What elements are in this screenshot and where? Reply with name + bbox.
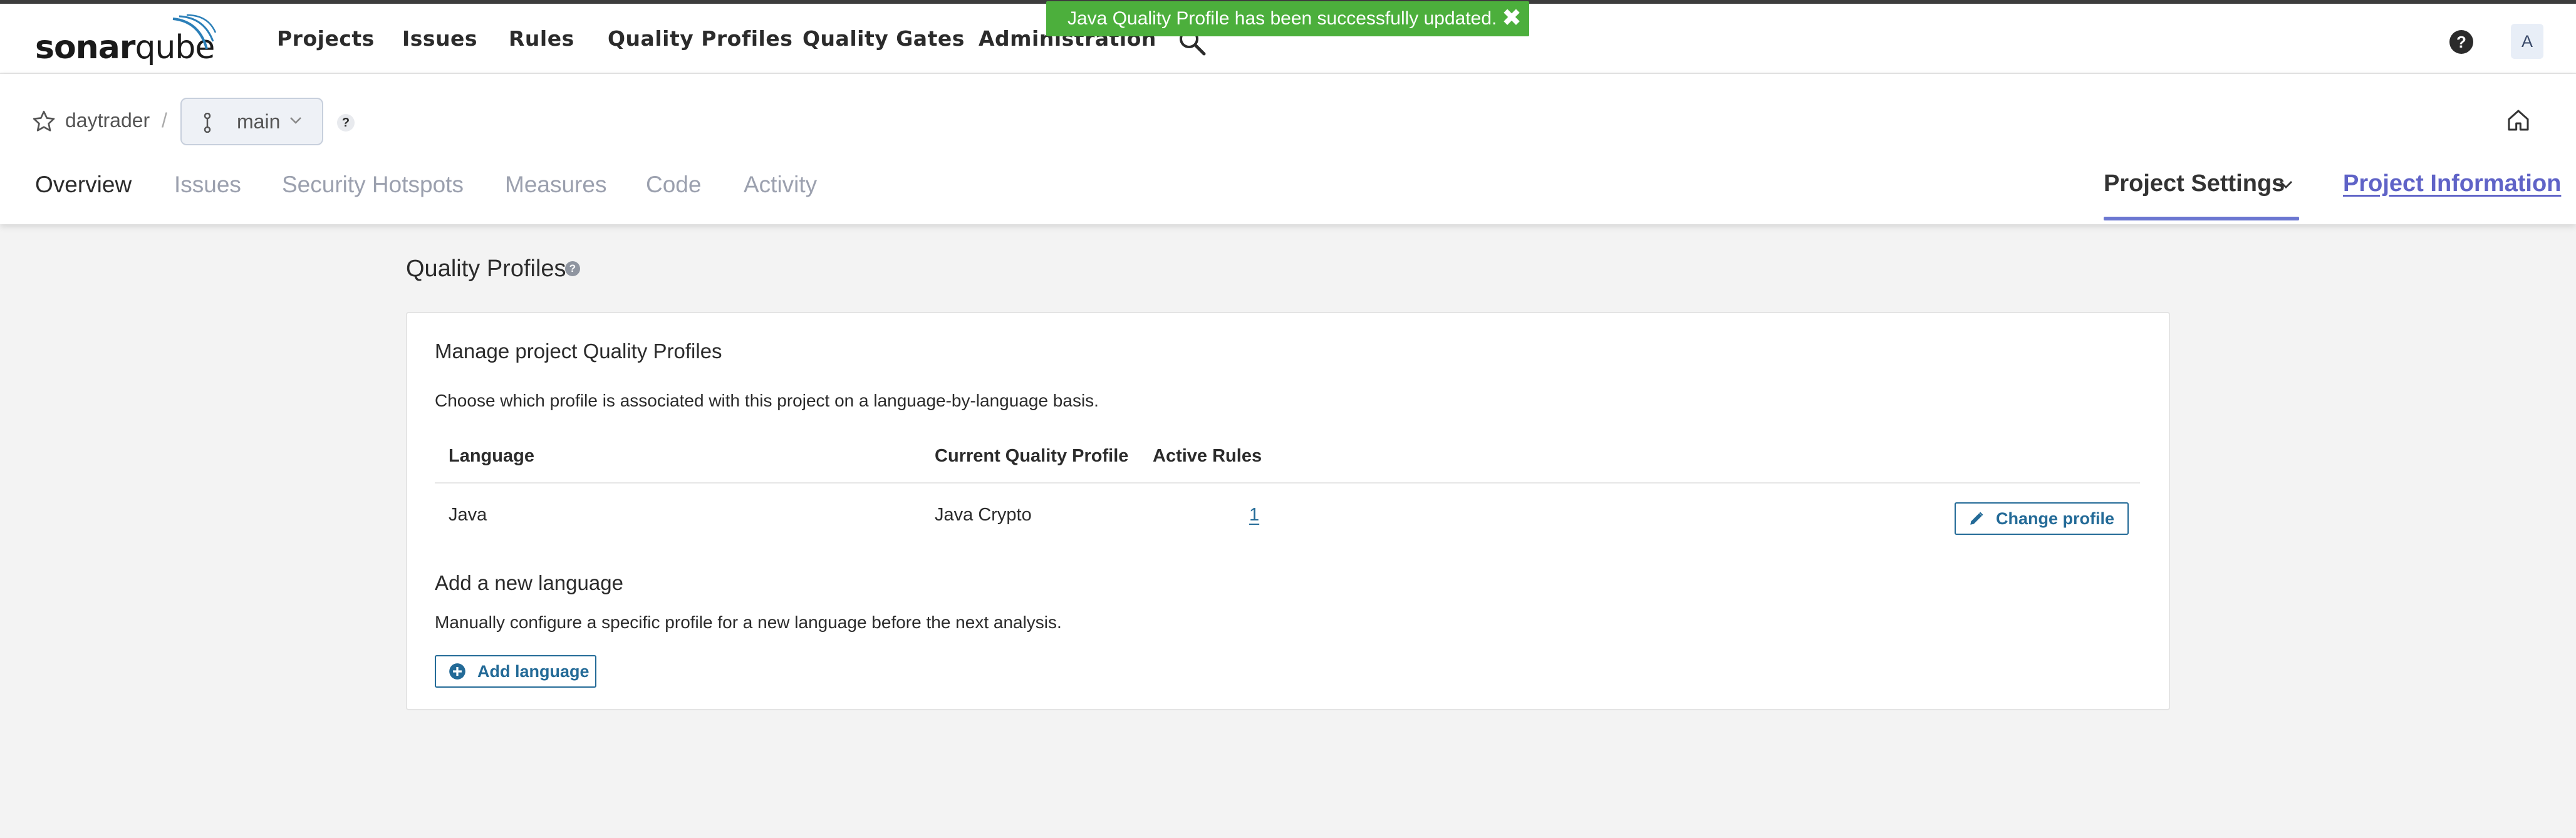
row-profile: Java Crypto bbox=[935, 505, 1032, 525]
plus-circle-icon bbox=[449, 663, 465, 680]
add-language-description: Manually configure a specific profile fo… bbox=[435, 613, 1062, 632]
column-header-language: Language bbox=[449, 446, 534, 466]
add-language-label: Add language bbox=[477, 661, 589, 681]
close-icon[interactable]: ✖ bbox=[1502, 6, 1522, 30]
tab-overview[interactable]: Overview bbox=[35, 172, 132, 198]
nav-quality-profiles[interactable]: Quality Profiles bbox=[608, 26, 792, 51]
nav-projects[interactable]: Projects bbox=[277, 26, 375, 51]
add-language-button[interactable]: Add language bbox=[435, 655, 596, 688]
table-divider bbox=[435, 482, 2140, 484]
tab-activity[interactable]: Activity bbox=[744, 172, 817, 198]
project-header: daytrader / main ? Overview Issues Secur… bbox=[0, 74, 2576, 224]
logo-text-bold: sonar bbox=[35, 29, 135, 66]
help-icon[interactable]: ? bbox=[2449, 30, 2473, 54]
column-header-active-rules: Active Rules bbox=[1153, 446, 1262, 466]
toast-message: Java Quality Profile has been successful… bbox=[1067, 8, 1497, 29]
card-title: Manage project Quality Profiles bbox=[435, 339, 722, 363]
nav-issues[interactable]: Issues bbox=[402, 26, 477, 51]
logo-arc-icon bbox=[172, 14, 217, 49]
breadcrumb-separator: / bbox=[162, 109, 167, 132]
chevron-down-icon bbox=[290, 117, 301, 124]
row-language: Java bbox=[449, 505, 487, 525]
card-description: Choose which profile is associated with … bbox=[435, 391, 1099, 410]
branch-icon bbox=[204, 113, 211, 133]
project-settings-menu[interactable]: Project Settings bbox=[2104, 170, 2285, 197]
pencil-icon bbox=[1970, 512, 1983, 525]
branch-name: main bbox=[237, 110, 281, 133]
page-title: Quality Profiles bbox=[406, 256, 566, 282]
add-language-title: Add a new language bbox=[435, 571, 623, 594]
page-title-help-icon[interactable]: ? bbox=[565, 261, 580, 276]
nav-quality-gates[interactable]: Quality Gates bbox=[802, 26, 965, 51]
change-profile-button[interactable]: Change profile bbox=[1955, 502, 2129, 535]
change-profile-label: Change profile bbox=[1996, 509, 2115, 528]
active-tab-indicator bbox=[2104, 217, 2299, 220]
tab-security-hotspots[interactable]: Security Hotspots bbox=[282, 172, 464, 198]
avatar[interactable]: A bbox=[2511, 24, 2543, 59]
branch-help-icon[interactable]: ? bbox=[337, 114, 355, 132]
tab-measures[interactable]: Measures bbox=[505, 172, 606, 198]
sonarqube-logo[interactable]: sonarqube bbox=[35, 14, 217, 66]
nav-rules[interactable]: Rules bbox=[509, 26, 574, 51]
branch-selector[interactable]: main bbox=[180, 98, 323, 145]
chevron-down-icon bbox=[2280, 181, 2292, 189]
row-active-rules-link[interactable]: 1 bbox=[1249, 505, 1259, 525]
project-information-link[interactable]: Project Information bbox=[2343, 170, 2561, 197]
star-icon[interactable] bbox=[31, 109, 56, 134]
tab-issues[interactable]: Issues bbox=[174, 172, 241, 198]
quality-profiles-card: Manage project Quality Profiles Choose w… bbox=[406, 312, 2170, 710]
home-icon[interactable] bbox=[2506, 108, 2531, 133]
column-header-profile: Current Quality Profile bbox=[935, 446, 1129, 466]
breadcrumb-project[interactable]: daytrader bbox=[65, 109, 150, 132]
success-toast: Java Quality Profile has been successful… bbox=[1046, 1, 1529, 36]
tab-code[interactable]: Code bbox=[646, 172, 701, 198]
